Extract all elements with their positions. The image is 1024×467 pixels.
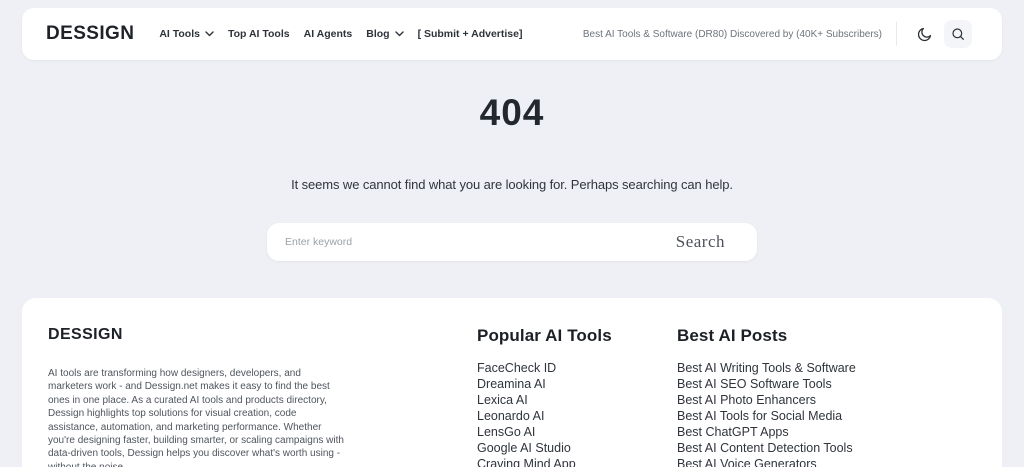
footer-link-best-ai-voice-generators[interactable]: Best AI Voice Generators — [677, 456, 897, 467]
search-submit-button[interactable]: Search — [676, 232, 757, 252]
nav-item-label: AI Agents — [303, 28, 353, 40]
best-posts-list: Best AI Writing Tools & Software Best AI… — [677, 360, 897, 467]
nav-item-ai-tools[interactable]: AI Tools — [159, 28, 214, 40]
error-code-404: 404 — [479, 92, 545, 133]
footer-link-best-ai-photo-enhancers[interactable]: Best AI Photo Enhancers — [677, 392, 897, 408]
nav-item-label: AI Tools — [159, 28, 200, 40]
error-message: It seems we cannot find what you are loo… — [291, 177, 733, 192]
footer-link-google-ai-studio[interactable]: Google AI Studio — [477, 440, 677, 456]
footer-link-facecheck-id[interactable]: FaceCheck ID — [477, 360, 677, 376]
popular-tools-heading: Popular AI Tools — [477, 326, 612, 345]
footer-description: AI tools are transforming how designers,… — [48, 368, 344, 467]
header-right: Best AI Tools & Software (DR80) Discover… — [583, 20, 972, 48]
site-logo[interactable]: DESSIGN — [46, 23, 134, 45]
dark-mode-toggle[interactable] — [910, 20, 938, 48]
site-tagline: Best AI Tools & Software (DR80) Discover… — [582, 28, 882, 40]
chevron-down-icon — [394, 31, 404, 37]
nav-item-top-ai-tools[interactable]: Top AI Tools — [228, 28, 290, 40]
footer-best-posts-column: Best AI Posts Best AI Writing Tools & So… — [677, 326, 897, 467]
main-content: 404 It seems we cannot find what you are… — [0, 91, 1024, 261]
nav-item-label: Blog — [366, 28, 390, 40]
nav-item-submit-advertise[interactable]: [ Submit + Advertise] — [418, 28, 523, 40]
search-input[interactable] — [267, 223, 676, 261]
footer-link-leonardo-ai[interactable]: Leonardo AI — [477, 408, 677, 424]
best-posts-heading: Best AI Posts — [677, 326, 788, 345]
header-search-button[interactable] — [944, 20, 972, 48]
footer-link-best-chatgpt-apps[interactable]: Best ChatGPT Apps — [677, 424, 897, 440]
search-icon — [950, 26, 966, 42]
header-divider — [896, 22, 897, 46]
footer-link-lensgo-ai[interactable]: LensGo AI — [477, 424, 677, 440]
footer-popular-tools-column: Popular AI Tools FaceCheck ID Dreamina A… — [477, 326, 677, 467]
footer-link-craving-mind-app[interactable]: Craving Mind App — [477, 456, 677, 467]
nav-item-label: Top AI Tools — [227, 28, 290, 40]
nav-item-label: [ Submit + Advertise] — [417, 28, 523, 40]
nav-item-blog[interactable]: Blog — [366, 28, 404, 40]
header: DESSIGN AI Tools Top AI Tools AI Agents … — [22, 8, 1002, 60]
moon-icon — [916, 26, 933, 43]
search-bar: Search — [267, 223, 757, 261]
footer-logo[interactable]: DESSIGN — [48, 326, 348, 344]
footer-link-lexica-ai[interactable]: Lexica AI — [477, 392, 677, 408]
footer-about-column: DESSIGN AI tools are transforming how de… — [48, 326, 348, 467]
footer-link-best-ai-writing-tools[interactable]: Best AI Writing Tools & Software — [677, 360, 897, 376]
main-nav: AI Tools Top AI Tools AI Agents Blog [ S… — [159, 28, 536, 40]
footer-link-best-ai-social-media-tools[interactable]: Best AI Tools for Social Media — [677, 408, 897, 424]
footer-link-dreamina-ai[interactable]: Dreamina AI — [477, 376, 677, 392]
footer: DESSIGN AI tools are transforming how de… — [22, 298, 1002, 467]
footer-link-best-ai-seo-tools[interactable]: Best AI SEO Software Tools — [677, 376, 897, 392]
footer-link-best-ai-content-detection[interactable]: Best AI Content Detection Tools — [677, 440, 897, 456]
chevron-down-icon — [205, 31, 214, 37]
popular-tools-list: FaceCheck ID Dreamina AI Lexica AI Leona… — [477, 360, 677, 467]
nav-item-ai-agents[interactable]: AI Agents — [304, 28, 353, 40]
